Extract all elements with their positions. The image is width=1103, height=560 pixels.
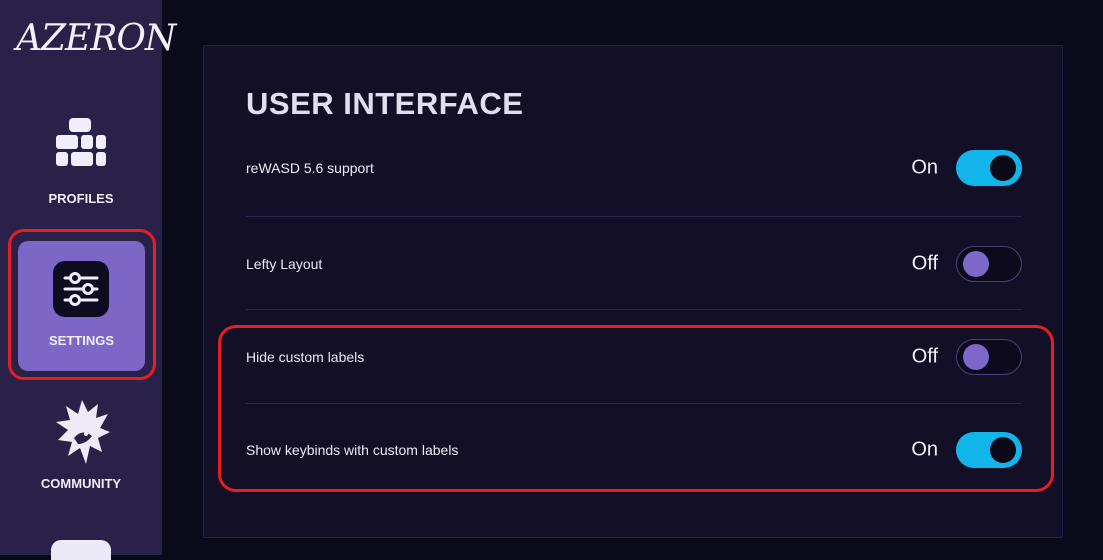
grid-icon	[56, 118, 106, 166]
sidebar-item-label: COMMUNITY	[40, 476, 122, 491]
setting-label: reWASD 5.6 support	[246, 160, 374, 176]
toggle-knob	[990, 155, 1016, 181]
toggle-knob	[963, 251, 989, 277]
setting-row-rewasd: reWASD 5.6 support On	[246, 129, 1022, 207]
sidebar-item-community[interactable]: COMMUNITY	[0, 398, 162, 508]
sidebar-item-partial[interactable]	[51, 540, 111, 560]
divider	[246, 309, 1022, 310]
divider	[246, 216, 1022, 217]
setting-state: Off	[911, 252, 938, 275]
lefty-layout-toggle[interactable]	[956, 246, 1022, 282]
rewasd-support-toggle[interactable]	[956, 150, 1022, 186]
dragon-icon	[56, 400, 110, 464]
setting-state: On	[911, 156, 938, 179]
setting-row-lefty-layout: Lefty Layout Off	[246, 225, 1022, 303]
sidebar: AZERON PROFILES SETTINGS COMMUNITY	[0, 0, 176, 560]
setting-label: Lefty Layout	[246, 256, 323, 272]
rows-highlight-annotation	[218, 325, 1054, 492]
sidebar-item-profiles[interactable]: PROFILES	[0, 118, 162, 218]
settings-highlight-annotation	[8, 229, 156, 380]
azeron-logo: AZERON	[16, 18, 176, 59]
page-title: USER INTERFACE	[246, 86, 524, 121]
sidebar-item-label: PROFILES	[48, 191, 114, 206]
